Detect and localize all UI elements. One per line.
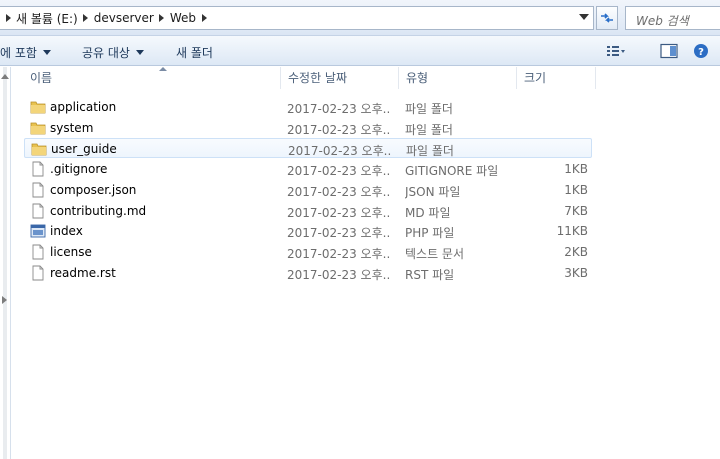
share-with-button[interactable]: 공유 대상 bbox=[82, 44, 144, 61]
file-type: JSON 파일 bbox=[405, 185, 461, 199]
column-header-date[interactable]: 수정한 날짜 bbox=[282, 67, 399, 89]
scroll-up-arrow-icon[interactable] bbox=[1, 74, 9, 79]
file-date: 2017-02-23 오후... bbox=[287, 268, 391, 282]
file-date: 2017-02-23 오후... bbox=[288, 144, 392, 158]
address-bar[interactable]: 새 볼륨 (E:) devserver Web bbox=[0, 6, 594, 30]
include-in-library-button[interactable]: 에 포함 bbox=[0, 44, 51, 61]
chevron-down-icon bbox=[42, 50, 51, 55]
change-view-button[interactable] bbox=[606, 43, 626, 59]
file-name: application bbox=[50, 100, 117, 114]
column-header-row: 이름 수정한 날짜 유형 크기 bbox=[12, 67, 720, 89]
list-item[interactable]: index 2017-02-23 오후... PHP 파일 11KB bbox=[24, 221, 592, 241]
column-header-type-label: 유형 bbox=[406, 71, 429, 85]
column-header-date-label: 수정한 날짜 bbox=[288, 71, 348, 85]
php-file-icon bbox=[30, 224, 46, 238]
list-item[interactable]: contributing.md 2017-02-23 오후... MD 파일 7… bbox=[24, 201, 592, 221]
help-button[interactable]: ? bbox=[692, 43, 712, 59]
file-date: 2017-02-23 오후... bbox=[287, 226, 391, 240]
list-item[interactable]: system 2017-02-23 오후... 파일 폴더 bbox=[24, 118, 592, 138]
file-size: 1KB bbox=[564, 183, 588, 197]
help-icon: ? bbox=[694, 44, 708, 58]
refresh-icon bbox=[601, 13, 613, 23]
chevron-down-icon bbox=[135, 50, 144, 55]
file-type: 파일 폴더 bbox=[406, 144, 454, 158]
search-placeholder: Web 검색 bbox=[636, 14, 689, 28]
file-size: 7KB bbox=[564, 204, 588, 218]
preview-pane-button[interactable] bbox=[659, 43, 679, 59]
file-icon bbox=[32, 265, 44, 281]
file-name: composer.json bbox=[50, 183, 137, 197]
file-name: contributing.md bbox=[50, 204, 147, 218]
list-item[interactable]: composer.json 2017-02-23 오후... JSON 파일 1… bbox=[24, 180, 592, 200]
file-date: 2017-02-23 오후... bbox=[287, 185, 391, 199]
file-size: 3KB bbox=[564, 266, 588, 280]
file-date: 2017-02-23 오후... bbox=[287, 123, 391, 137]
file-date: 2017-02-23 오후... bbox=[287, 102, 391, 116]
file-date: 2017-02-23 오후... bbox=[287, 247, 391, 261]
file-date: 2017-02-23 오후... bbox=[287, 164, 391, 178]
list-item[interactable]: readme.rst 2017-02-23 오후... RST 파일 3KB bbox=[24, 263, 592, 283]
file-size: 1KB bbox=[564, 162, 588, 176]
file-size: 11KB bbox=[556, 224, 588, 238]
column-header-size[interactable]: 크기 bbox=[518, 67, 596, 89]
file-icon bbox=[32, 161, 44, 177]
expand-arrow-icon[interactable] bbox=[2, 296, 7, 304]
file-date: 2017-02-23 오후... bbox=[287, 206, 391, 220]
new-folder-label: 새 폴더 bbox=[176, 46, 213, 60]
breadcrumb-devserver[interactable]: devserver bbox=[94, 11, 154, 25]
file-type: PHP 파일 bbox=[405, 226, 455, 240]
folder-icon bbox=[30, 101, 46, 114]
list-item[interactable]: .gitignore 2017-02-23 오후... GITIGNORE 파일… bbox=[24, 159, 592, 179]
file-name: user_guide bbox=[51, 142, 117, 156]
folder-icon bbox=[31, 143, 47, 156]
file-name: readme.rst bbox=[50, 266, 116, 280]
breadcrumb-web[interactable]: Web bbox=[170, 11, 196, 25]
list-item[interactable]: application 2017-02-23 오후... 파일 폴더 bbox=[24, 97, 592, 117]
folder-icon bbox=[30, 122, 46, 135]
preview-pane-icon bbox=[660, 43, 678, 59]
file-type: 파일 폴더 bbox=[405, 102, 453, 116]
svg-text:?: ? bbox=[698, 47, 704, 58]
column-header-name[interactable]: 이름 bbox=[24, 67, 281, 89]
navigation-scrollbar[interactable] bbox=[3, 67, 7, 459]
view-options-icon bbox=[607, 46, 625, 56]
file-name: .gitignore bbox=[50, 162, 108, 176]
column-header-size-label: 크기 bbox=[524, 71, 547, 85]
file-icon bbox=[32, 203, 44, 219]
file-type: 텍스트 문서 bbox=[405, 247, 465, 261]
file-icon bbox=[32, 182, 44, 198]
new-folder-button[interactable]: 새 폴더 bbox=[176, 44, 213, 61]
file-name: system bbox=[50, 121, 94, 135]
breadcrumb-separator-icon[interactable] bbox=[156, 6, 168, 30]
share-with-label: 공유 대상 bbox=[82, 46, 130, 60]
breadcrumb-root-arrow-icon[interactable] bbox=[2, 6, 14, 30]
include-in-library-label: 에 포함 bbox=[0, 46, 37, 60]
breadcrumb-separator-icon[interactable] bbox=[80, 6, 92, 30]
file-type: MD 파일 bbox=[405, 206, 451, 220]
file-type: RST 파일 bbox=[405, 268, 455, 282]
file-type: GITIGNORE 파일 bbox=[405, 164, 499, 178]
sort-ascending-icon bbox=[159, 67, 167, 71]
list-item[interactable]: license 2017-02-23 오후... 텍스트 문서 2KB bbox=[24, 242, 592, 262]
file-size: 2KB bbox=[564, 245, 588, 259]
file-type: 파일 폴더 bbox=[405, 123, 453, 137]
list-item-selected[interactable]: user_guide 2017-02-23 오후... 파일 폴더 bbox=[24, 138, 592, 158]
search-input[interactable]: Web 검색 bbox=[625, 6, 720, 30]
refresh-button[interactable] bbox=[596, 6, 618, 30]
breadcrumb-volume[interactable]: 새 볼륨 (E:) bbox=[16, 10, 78, 27]
column-header-type[interactable]: 유형 bbox=[400, 67, 517, 89]
address-history-dropdown-icon[interactable] bbox=[579, 14, 589, 20]
address-bar-row: 새 볼륨 (E:) devserver Web Web 검색 bbox=[0, 0, 720, 36]
file-name: index bbox=[50, 224, 83, 238]
command-bar: 에 포함 공유 대상 새 폴더 ? bbox=[0, 36, 720, 66]
column-header-name-label: 이름 bbox=[30, 71, 53, 85]
breadcrumb-separator-icon[interactable] bbox=[198, 6, 210, 30]
file-name: license bbox=[50, 245, 92, 259]
file-icon bbox=[32, 244, 44, 260]
